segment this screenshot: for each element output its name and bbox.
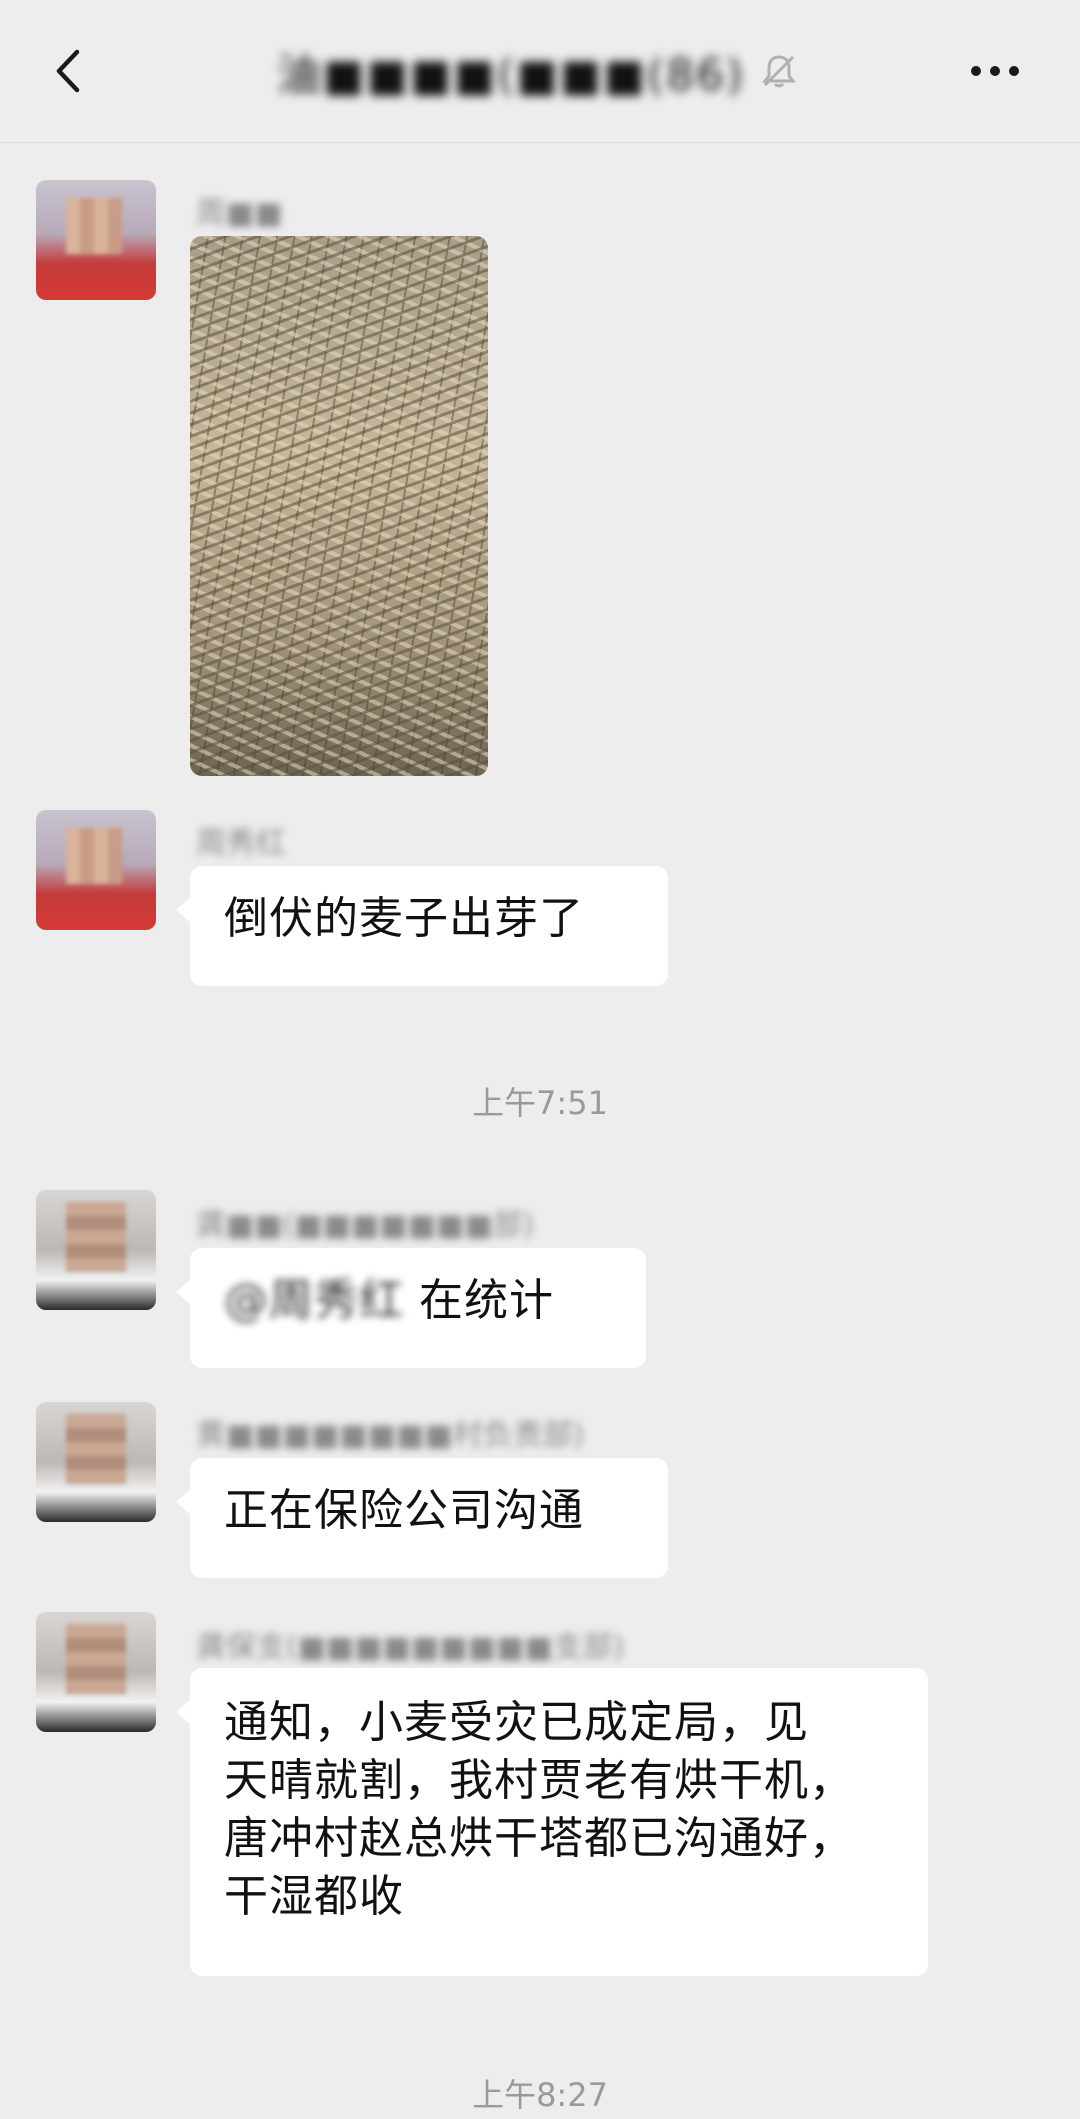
avatar[interactable] [36,1190,156,1310]
sender-name: 黄■■■■■■■■村负责部) [196,1418,585,1453]
message-line: 天晴就割，我村贾老有烘干机， [224,1755,854,1806]
bell-off-icon [759,49,803,93]
more-dot [1009,66,1019,76]
message-text: 在统计 [419,1275,554,1326]
message-bubble[interactable]: 倒伏的麦子出芽了 [176,866,668,986]
mention-tag[interactable]: @周秀红 [224,1275,404,1326]
chevron-left-icon [56,49,80,93]
sender-name: 周秀红 [196,826,286,861]
more-dot [990,66,1000,76]
avatar[interactable] [36,1402,156,1522]
message-bubble[interactable]: 通知，小麦受灾已成定局，见 天晴就割，我村贾老有烘干机， 唐冲村赵总烘干塔都已沟… [176,1668,928,1976]
chat-title: 油■■■■(■■■(86) [276,50,746,101]
message-line: 通知，小麦受灾已成定局，见 [224,1697,809,1748]
message-bubble[interactable]: @周秀红 在统计 [176,1248,646,1368]
avatar[interactable] [36,1612,156,1732]
more-button[interactable] [960,48,1030,94]
wheat-photo[interactable] [190,236,488,776]
message-line: 唐冲村赵总烘干塔都已沟通好， [224,1813,854,1864]
back-button[interactable] [40,38,96,104]
sender-name: 周■■ [196,196,283,231]
timestamp: 上午8:27 [472,2076,608,2114]
chat-title-area[interactable]: 油■■■■(■■■(86) [260,38,820,104]
message-text: 倒伏的麦子出芽了 [224,893,584,944]
sender-name: 龚保支(■■■■■■■■■支部) [196,1630,625,1665]
avatar[interactable] [36,810,156,930]
message-text: 正在保险公司沟通 [224,1485,584,1536]
chat-header: 油■■■■(■■■(86) [0,0,1080,143]
avatar[interactable] [36,180,156,300]
message-bubble[interactable]: 正在保险公司沟通 [176,1458,668,1578]
message-line: 干湿都收 [224,1871,404,1922]
more-dot [971,66,981,76]
sender-name: 龚■■(■■■■■■■部) [196,1208,535,1243]
timestamp: 上午7:51 [472,1084,608,1122]
